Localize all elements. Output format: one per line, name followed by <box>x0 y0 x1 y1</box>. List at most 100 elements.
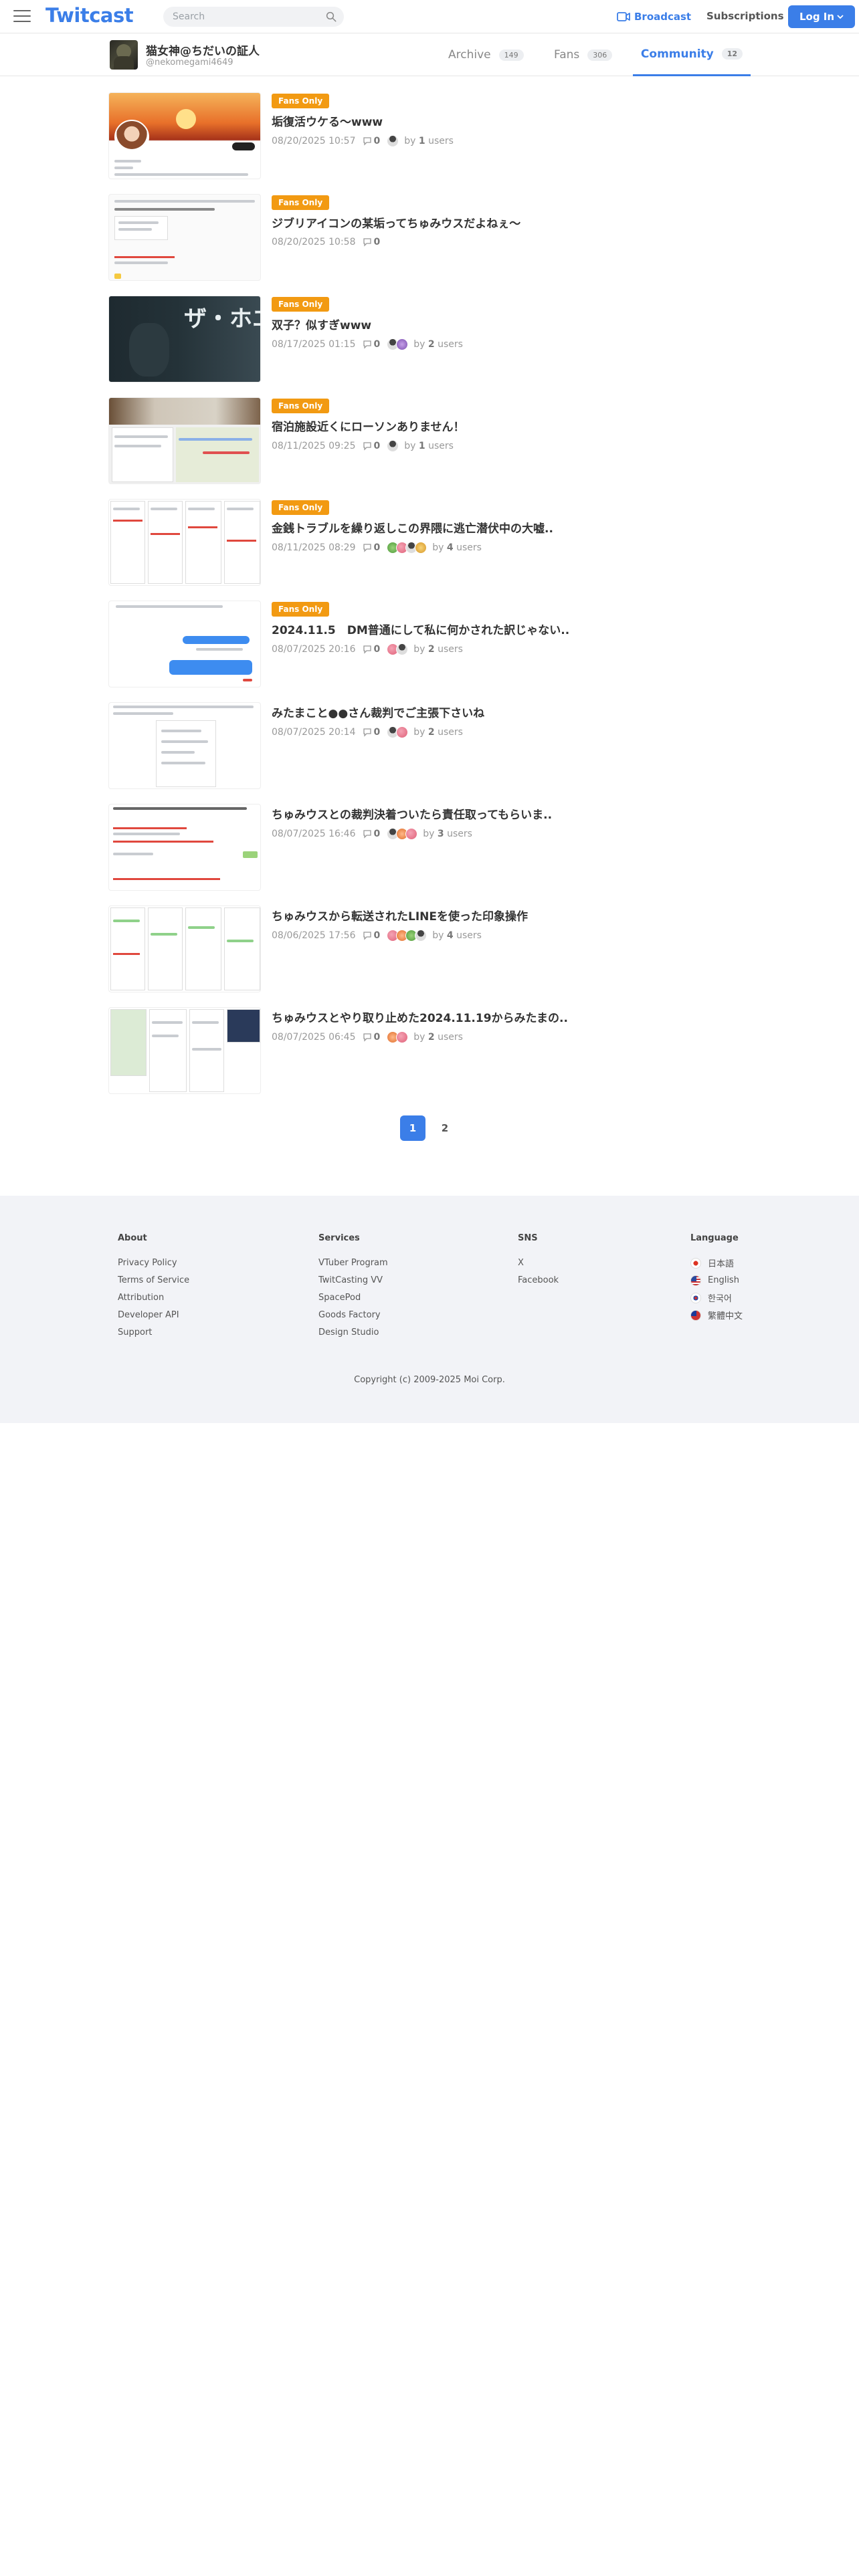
support-link[interactable]: Support <box>118 1327 189 1337</box>
post-title[interactable]: ちゅみウスから転送されたLINEを使った印象操作 <box>272 907 528 924</box>
post-title[interactable]: ちゅみウスとやり取り止めた2024.11.19からみたまの.. <box>272 1008 568 1025</box>
tab-archive[interactable]: Archive 149 <box>448 33 524 76</box>
developer-api-link[interactable]: Developer API <box>118 1310 189 1320</box>
facebook-link[interactable]: Facebook <box>518 1275 559 1285</box>
design-studio-link[interactable]: Design Studio <box>318 1327 388 1337</box>
spacepod-link[interactable]: SpacePod <box>318 1293 388 1303</box>
footer-about: About Privacy Policy Terms of Service At… <box>118 1233 189 1345</box>
login-button[interactable]: Log In <box>788 5 855 28</box>
post-date: 08/20/2025 10:58 <box>272 237 356 247</box>
tab-fans[interactable]: Fans 306 <box>554 33 613 76</box>
tab-community[interactable]: Community 12 <box>633 33 751 76</box>
reaction-users: by 4 users <box>432 930 482 941</box>
terms-link[interactable]: Terms of Service <box>118 1275 189 1285</box>
post-meta: 08/11/2025 08:29 0 by 4 users <box>272 542 482 554</box>
comment-count: 0 <box>373 727 381 738</box>
list-item[interactable]: Fans Only 垢復活ウケる〜www 08/20/2025 10:57 0 … <box>108 92 751 181</box>
thumbnail-caption: ザ・ホエ <box>184 306 260 332</box>
footer-heading: Services <box>318 1233 360 1243</box>
users-label: users <box>438 339 463 350</box>
post-thumbnail[interactable] <box>108 397 261 484</box>
post-title[interactable]: 垢復活ウケる〜www <box>272 112 383 129</box>
language-korean[interactable]: 한국어 <box>690 1292 743 1304</box>
user-count: 2 <box>427 339 435 350</box>
login-label: Log In <box>799 11 835 23</box>
comment-count: 0 <box>373 930 381 941</box>
post-thumbnail[interactable] <box>108 601 261 687</box>
search-input[interactable] <box>173 11 320 23</box>
footer-language: Language 日本語 English 한국어 繁體中文 <box>690 1233 743 1327</box>
list-item[interactable]: Fans Only 宿泊施設近くにローソンありません！ 08/11/2025 0… <box>108 397 751 486</box>
search-icon[interactable] <box>325 11 337 23</box>
attribution-link[interactable]: Attribution <box>118 1293 189 1303</box>
taiwan-flag-icon <box>690 1309 701 1321</box>
post-title[interactable]: 宿泊施設近くにローソンありません！ <box>272 417 465 434</box>
post-title[interactable]: ジブリアイコンの某垢ってちゅみウスだよねぇ〜 <box>272 214 520 231</box>
fans-only-badge: Fans Only <box>272 94 330 108</box>
subscriptions-link[interactable]: Subscriptions <box>706 10 784 22</box>
twitcasting-vv-link[interactable]: TwitCasting VV <box>318 1275 388 1285</box>
users-label: users <box>428 441 454 451</box>
post-title[interactable]: ちゅみウスとの裁判決着ついたら責任取ってもらいま.. <box>272 805 552 822</box>
list-item[interactable]: ザ・ホエ Fans Only 双子？似すぎwww 08/17/2025 01:1… <box>108 296 751 384</box>
korea-flag-icon <box>690 1292 701 1303</box>
post-thumbnail[interactable] <box>108 905 261 992</box>
user-count: 2 <box>427 1032 435 1043</box>
by-label: by <box>423 829 435 839</box>
by-label: by <box>432 542 444 553</box>
twitcast-logo[interactable]: Twitcast <box>45 4 134 27</box>
comment-count: 0 <box>373 136 381 146</box>
list-item[interactable]: Fans Only 2024.11.5 DM普通にして私に何かされた訳じゃない.… <box>108 601 751 689</box>
page-button-1[interactable]: 1 <box>400 1115 425 1141</box>
language-japanese[interactable]: 日本語 <box>690 1257 743 1269</box>
menu-icon[interactable] <box>13 10 31 23</box>
list-item[interactable]: みたまこと●●さん裁判でご主張下さいね 08/07/2025 20:14 0 b… <box>108 702 751 790</box>
post-thumbnail[interactable] <box>108 499 261 586</box>
by-label: by <box>404 136 416 146</box>
avatar[interactable] <box>110 40 138 70</box>
post-thumbnail[interactable] <box>108 194 261 281</box>
post-date: 08/11/2025 09:25 <box>272 441 356 451</box>
language-label: English <box>708 1275 739 1285</box>
comment-icon <box>363 544 371 552</box>
post-date: 08/06/2025 17:56 <box>272 930 356 941</box>
comment-icon <box>363 645 371 654</box>
post-thumbnail[interactable] <box>108 92 261 179</box>
post-title[interactable]: 双子？似すぎwww <box>272 316 371 332</box>
list-item[interactable]: ちゅみウスとの裁判決着ついたら責任取ってもらいま.. 08/07/2025 16… <box>108 804 751 892</box>
comment-icon <box>363 1033 371 1042</box>
footer-services: Services VTuber Program TwitCasting VV S… <box>318 1233 388 1345</box>
x-link[interactable]: X <box>518 1258 559 1268</box>
profile-bar: 猫女神@ちだいの証人 @nekomegami4649 Archive 149 Fa… <box>0 33 859 76</box>
profile-name[interactable]: 猫女神@ちだいの証人 <box>146 41 260 58</box>
reaction-avatars <box>387 1031 409 1043</box>
goods-factory-link[interactable]: Goods Factory <box>318 1310 388 1320</box>
post-thumbnail[interactable] <box>108 804 261 891</box>
post-thumbnail[interactable] <box>108 1007 261 1094</box>
privacy-policy-link[interactable]: Privacy Policy <box>118 1258 189 1268</box>
post-date: 08/07/2025 20:16 <box>272 644 356 655</box>
post-date: 08/20/2025 10:57 <box>272 136 356 146</box>
list-item[interactable]: ちゅみウスとやり取り止めた2024.11.19からみたまの.. 08/07/20… <box>108 1007 751 1095</box>
list-item[interactable]: Fans Only 金銭トラブルを繰り返しこの界隈に逃亡潜伏中の大嘘.. 08/… <box>108 499 751 587</box>
chevron-down-icon <box>837 15 844 19</box>
post-thumbnail[interactable]: ザ・ホエ <box>108 296 261 383</box>
list-item[interactable]: Fans Only ジブリアイコンの某垢ってちゅみウスだよねぇ〜 08/20/2… <box>108 194 751 282</box>
post-thumbnail[interactable] <box>108 702 261 789</box>
user-count: 1 <box>418 136 425 146</box>
post-title[interactable]: 2024.11.5 DM普通にして私に何かされた訳じゃない.. <box>272 621 569 637</box>
page-button-2[interactable]: 2 <box>432 1115 458 1141</box>
japan-flag-icon <box>690 1257 701 1269</box>
by-label: by <box>413 727 425 738</box>
language-english[interactable]: English <box>690 1275 743 1286</box>
comment-icon <box>363 932 371 940</box>
post-title[interactable]: 金銭トラブルを繰り返しこの界隈に逃亡潜伏中の大嘘.. <box>272 519 553 536</box>
footer-heading: About <box>118 1233 147 1243</box>
language-traditional-chinese[interactable]: 繁體中文 <box>690 1309 743 1321</box>
broadcast-button[interactable]: Broadcast <box>617 9 691 24</box>
language-label: 한국어 <box>708 1294 732 1304</box>
user-count: 4 <box>446 930 454 941</box>
vtuber-program-link[interactable]: VTuber Program <box>318 1258 388 1268</box>
list-item[interactable]: ちゅみウスから転送されたLINEを使った印象操作 08/06/2025 17:5… <box>108 905 751 994</box>
post-title[interactable]: みたまこと●●さん裁判でご主張下さいね <box>272 704 484 720</box>
